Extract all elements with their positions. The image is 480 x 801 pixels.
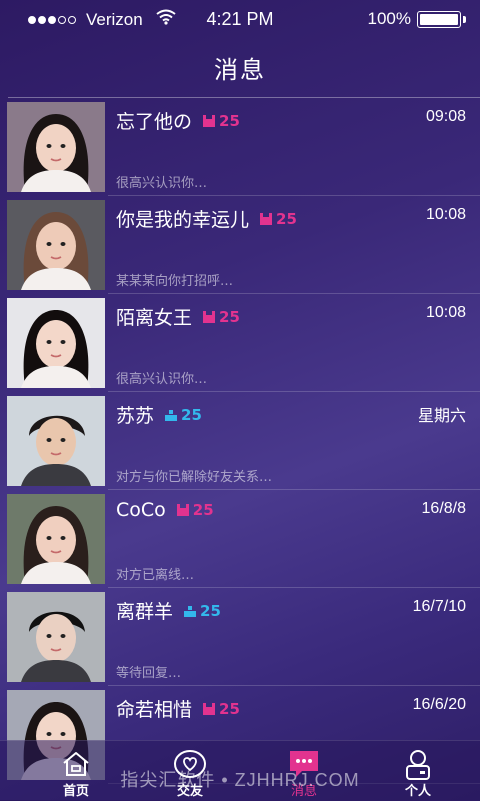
avatar[interactable] — [7, 200, 105, 290]
male-icon — [183, 605, 197, 617]
tab-label: 消息 — [290, 784, 317, 799]
level-badge: 25 — [259, 210, 297, 228]
male-icon — [164, 409, 178, 421]
level-badge: 25 — [183, 602, 221, 620]
avatar[interactable] — [7, 102, 105, 192]
conversation-name-line: 忘了他の 25 — [116, 107, 240, 134]
level-value: 25 — [200, 601, 221, 620]
contact-name: 命若相惜 — [116, 699, 193, 721]
conversation-name-line: CoCo 25 — [116, 499, 214, 521]
level-badge: 25 — [202, 112, 240, 130]
message-preview: 对方已离线… — [116, 568, 195, 583]
tab-home[interactable]: 首页 — [28, 741, 124, 801]
tab-messages[interactable]: 消息 — [256, 741, 352, 801]
conversation-row[interactable]: 苏苏 25 星期六 对方与你已解除好友关系… — [0, 392, 480, 490]
avatar[interactable] — [7, 592, 105, 682]
level-badge: 25 — [164, 406, 202, 424]
conversation-name-line: 陌离女王 25 — [116, 303, 240, 330]
conversation-row[interactable]: CoCo 25 16/8/8 对方已离线… — [0, 490, 480, 588]
message-preview: 某某某向你打招呼… — [116, 274, 234, 289]
contact-name: 忘了他の — [116, 111, 193, 133]
message-time: 16/6/20 — [412, 696, 466, 713]
tab-profile[interactable]: 个人 — [370, 741, 466, 801]
home-icon — [61, 749, 91, 783]
message-preview: 对方与你已解除好友关系… — [116, 470, 273, 485]
battery-area: 100% — [368, 9, 466, 29]
level-value: 25 — [219, 699, 240, 718]
message-preview: 很高兴认识你… — [116, 372, 208, 387]
tab-friends[interactable]: 交友 — [142, 741, 238, 801]
level-value: 25 — [219, 307, 240, 326]
conversation-row[interactable]: 忘了他の 25 09:08 很高兴认识你… — [0, 98, 480, 196]
female-icon — [259, 212, 273, 226]
tab-label: 首页 — [62, 784, 89, 799]
female-icon — [202, 114, 216, 128]
level-value: 25 — [181, 405, 202, 424]
conversation-name-line: 离群羊 25 — [116, 597, 221, 624]
message-time: 10:08 — [425, 206, 466, 223]
message-time: 16/7/10 — [412, 598, 466, 615]
status-bar: Verizon 4:21 PM 100% — [0, 0, 480, 40]
level-value: 25 — [276, 209, 297, 228]
conversation-row[interactable]: 离群羊 25 16/7/10 等待回复… — [0, 588, 480, 686]
level-value: 25 — [219, 111, 240, 130]
avatar[interactable] — [7, 396, 105, 486]
conversation-row[interactable]: 陌离女王 25 10:08 很高兴认识你… — [0, 294, 480, 392]
conversation-row[interactable]: 你是我的幸运儿 25 10:08 某某某向你打招呼… — [0, 196, 480, 294]
female-icon — [202, 702, 216, 716]
level-badge: 25 — [202, 700, 240, 718]
message-time: 09:08 — [425, 108, 466, 125]
level-badge: 25 — [202, 308, 240, 326]
battery-percent: 100% — [367, 9, 411, 28]
contact-name: 离群羊 — [116, 601, 174, 623]
contact-name: CoCo — [116, 499, 166, 521]
conversation-name-line: 你是我的幸运儿 25 — [116, 205, 297, 232]
message-time: 星期六 — [417, 408, 466, 425]
conversation-name-line: 命若相惜 25 — [116, 695, 240, 722]
contact-name: 你是我的幸运儿 — [116, 209, 250, 231]
message-time: 10:08 — [425, 304, 466, 321]
avatar[interactable] — [7, 298, 105, 388]
message-preview: 等待回复… — [116, 666, 182, 681]
level-value: 25 — [192, 501, 214, 519]
contact-name: 陌离女王 — [116, 307, 193, 329]
message-time: 16/8/8 — [421, 500, 466, 517]
tab-label: 个人 — [404, 784, 431, 799]
tab-bar: 首页 交友 消息 个人 — [0, 740, 480, 801]
message-preview: 很高兴认识你… — [116, 176, 208, 191]
female-icon — [176, 503, 190, 517]
level-badge: 25 — [176, 501, 214, 519]
page-title: 消息 — [214, 56, 266, 84]
conversation-name-line: 苏苏 25 — [116, 401, 202, 428]
message-icon — [288, 749, 320, 783]
contact-name: 苏苏 — [116, 405, 155, 427]
tab-label: 交友 — [176, 784, 203, 799]
avatar[interactable] — [7, 494, 105, 584]
battery-icon — [417, 10, 461, 28]
female-icon — [202, 310, 216, 324]
